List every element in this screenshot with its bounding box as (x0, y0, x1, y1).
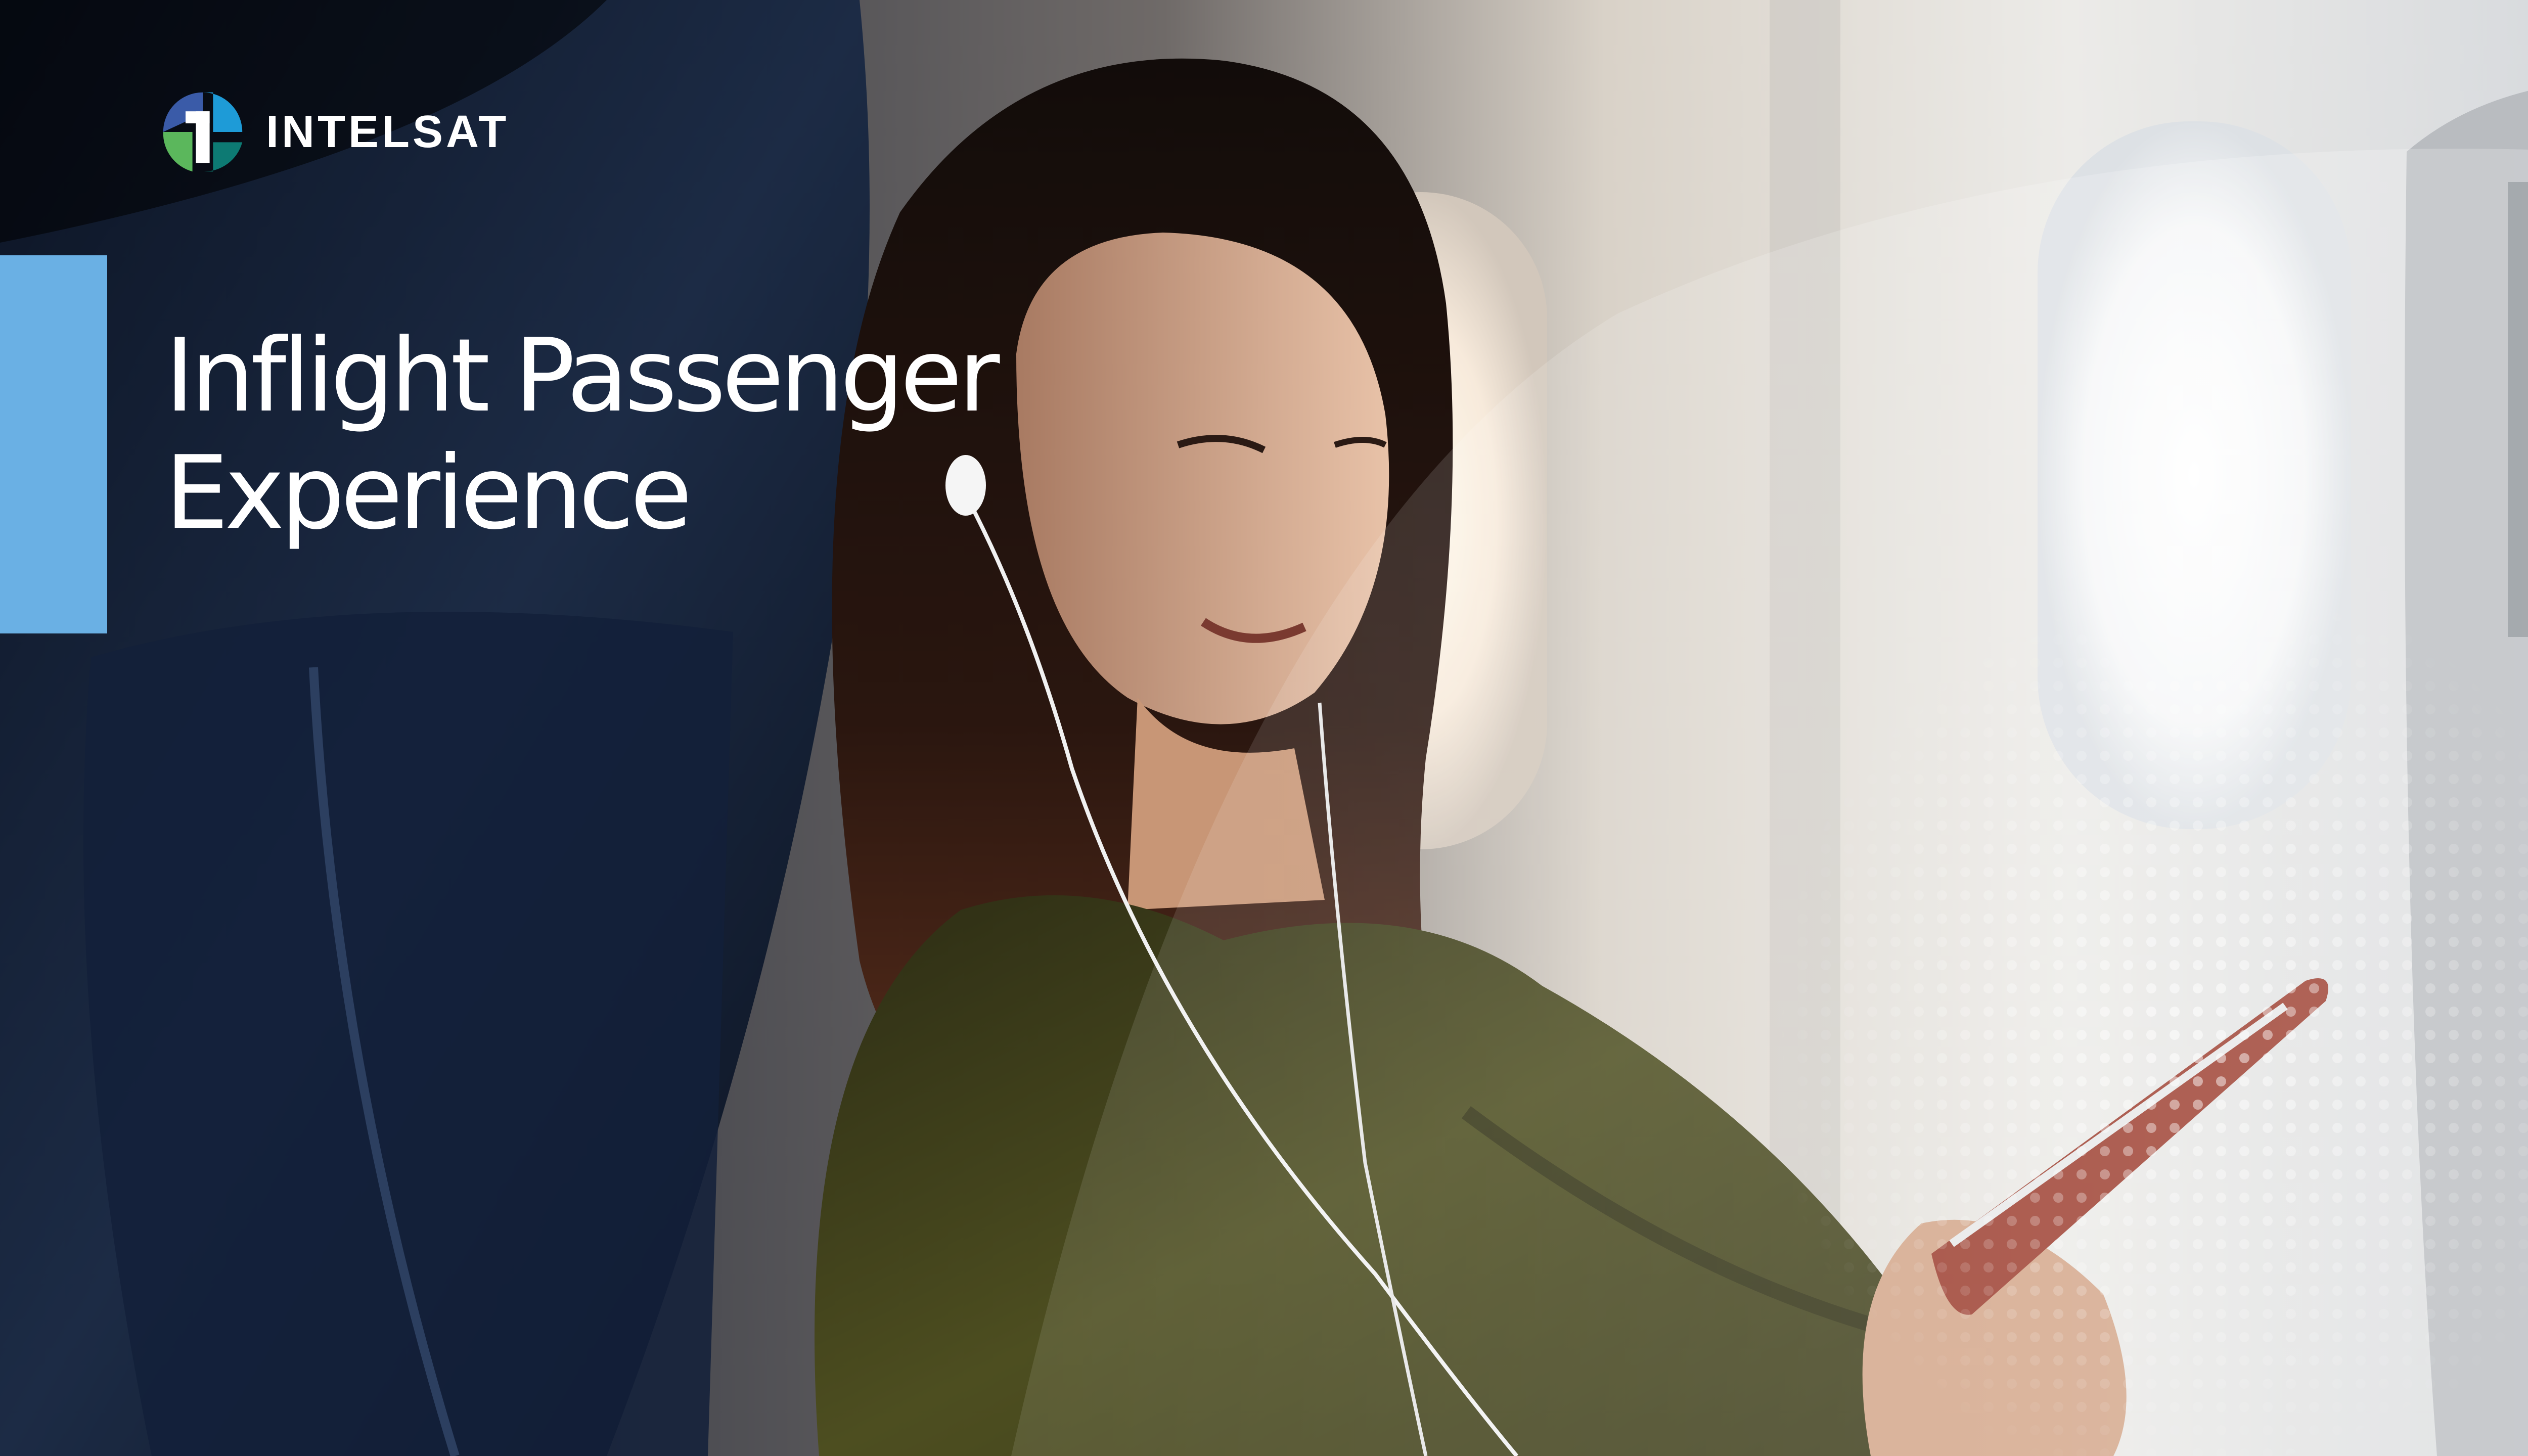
page-title: Inflight Passenger Experience (165, 317, 1000, 552)
title-line-1: Inflight Passenger (165, 317, 1000, 435)
intelsat-logo-icon (163, 92, 243, 172)
cover-page: INTELSAT Inflight Passenger Experience (0, 0, 2528, 1456)
intelsat-logo[interactable]: INTELSAT (160, 89, 509, 175)
title-line-2: Experience (165, 434, 692, 552)
airplane-passenger-photo (0, 0, 2528, 1456)
brand-name: INTELSAT (266, 107, 510, 157)
accent-bar (0, 255, 107, 633)
